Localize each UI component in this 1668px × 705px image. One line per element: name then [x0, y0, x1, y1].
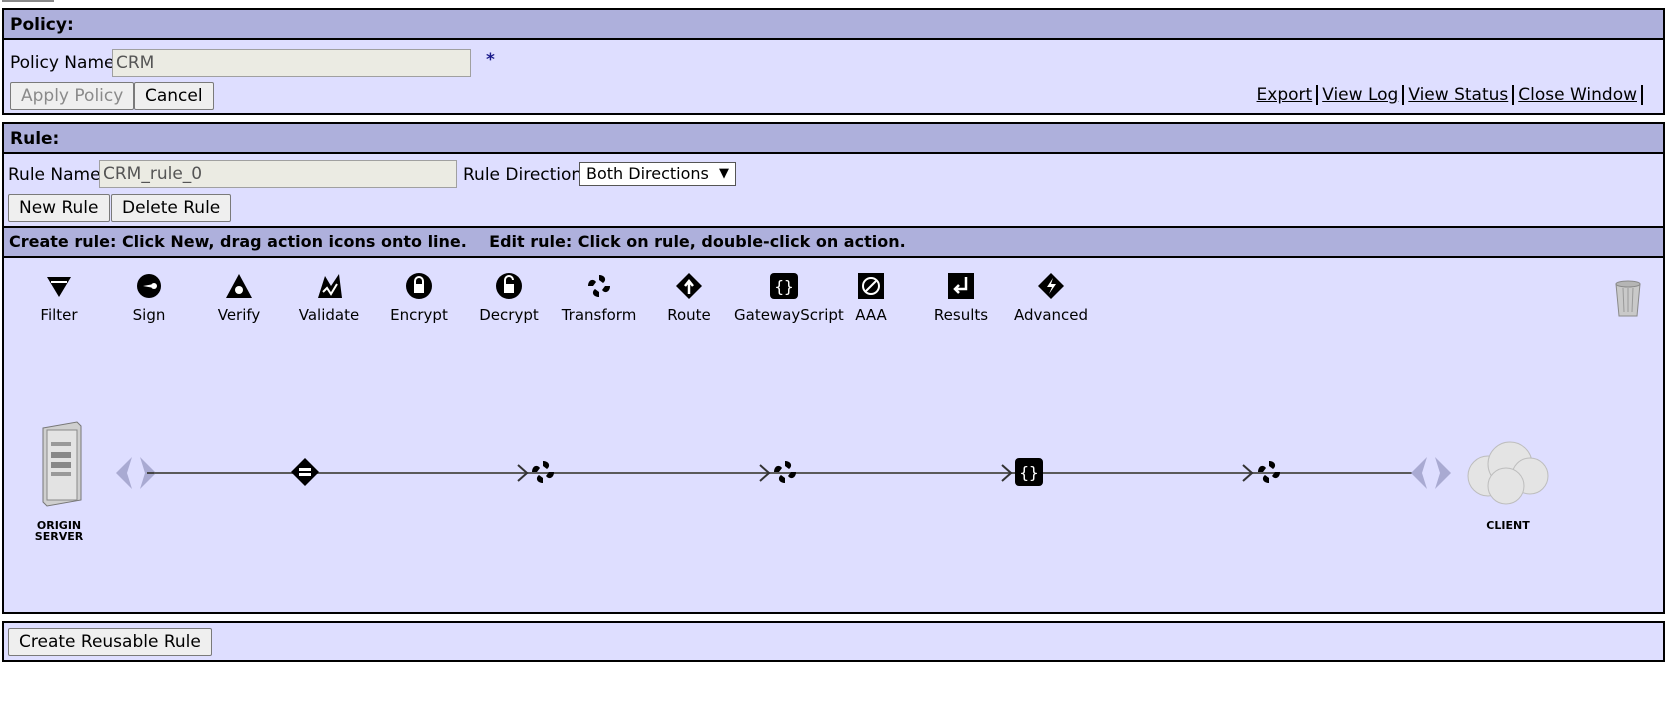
palette-decrypt[interactable]: Decrypt — [464, 268, 554, 324]
new-rule-button[interactable]: New Rule — [8, 194, 110, 222]
palette-advanced[interactable]: Advanced — [1006, 268, 1096, 324]
link-separator — [1641, 85, 1643, 105]
palette-encrypt[interactable]: Encrypt — [374, 268, 464, 324]
create-reusable-rule-button[interactable]: Create Reusable Rule — [8, 628, 212, 656]
palette-label: Route — [667, 306, 711, 324]
rule-editor-canvas[interactable]: Filter Sign Verify Validate Encrypt Decr… — [4, 258, 1663, 612]
rule-direction-select[interactable]: Both Directions ▼ — [579, 162, 736, 186]
instructions-bar: Create rule: Click New, drag action icon… — [4, 226, 1663, 258]
rule-header: Rule: — [4, 124, 1663, 154]
rule-direction-value: Both Directions — [586, 164, 709, 183]
transform-icon — [588, 275, 610, 297]
export-link[interactable]: Export — [1253, 85, 1317, 105]
route-icon — [676, 273, 702, 299]
top-edge — [2, 0, 54, 2]
rule-panel: Rule: Rule Name: CRM_rule_0 Rule Directi… — [2, 122, 1665, 614]
rule-name-field[interactable]: CRM_rule_0 — [99, 160, 457, 188]
palette-transform[interactable]: Transform — [554, 268, 644, 324]
encrypt-icon — [406, 273, 432, 299]
client-label: CLIENT — [1486, 519, 1530, 532]
client-cloud-icon — [1462, 434, 1552, 513]
filter-action-icon[interactable] — [290, 457, 320, 492]
policy-name-field[interactable]: CRM — [112, 49, 471, 77]
palette-route[interactable]: Route — [644, 268, 734, 324]
svg-text:{}: {} — [1019, 463, 1038, 482]
palette-label: Results — [933, 306, 989, 324]
palette-label: Encrypt — [390, 306, 448, 324]
palette-label: Transform — [561, 306, 637, 324]
validate-icon — [318, 274, 342, 298]
close-window-link[interactable]: Close Window — [1514, 85, 1641, 105]
delete-rule-button[interactable]: Delete Rule — [111, 194, 232, 222]
right-endpoint-arrows — [1409, 456, 1453, 495]
view-log-link[interactable]: View Log — [1318, 85, 1402, 105]
palette-sign[interactable]: Sign — [104, 268, 194, 324]
decrypt-icon — [496, 273, 522, 299]
sign-icon — [137, 274, 161, 298]
origin-server-icon — [39, 420, 83, 513]
policy-panel: Policy: Policy Name: CRM * Apply Policy … — [2, 8, 1665, 115]
palette-aaa[interactable]: AAA — [826, 268, 916, 324]
palette-label: Verify — [217, 306, 261, 324]
palette-validate[interactable]: Validate — [284, 268, 374, 324]
filter-icon — [47, 277, 71, 297]
origin-server-label: ORIGIN SERVER — [34, 519, 84, 543]
required-marker: * — [486, 50, 495, 70]
arrow-head-icon — [1242, 464, 1254, 487]
palette-verify[interactable]: Verify — [194, 268, 284, 324]
policy-header: Policy: — [4, 10, 1663, 40]
palette-filter[interactable]: Filter — [14, 268, 104, 324]
trash-icon[interactable] — [1611, 278, 1645, 323]
palette-results[interactable]: Results — [916, 268, 1006, 324]
advanced-icon — [1038, 273, 1064, 299]
rule-direction-label: Rule Direction: — [463, 165, 588, 185]
palette-label: Sign — [132, 306, 166, 324]
transform-action-icon[interactable] — [529, 458, 557, 491]
gatewayscript-action-icon[interactable]: {} — [1014, 457, 1044, 492]
rule-name-label: Rule Name: — [8, 165, 107, 185]
transform-action-icon[interactable] — [771, 458, 799, 491]
footer-panel: Create Reusable Rule — [2, 621, 1665, 662]
cancel-button[interactable]: Cancel — [134, 82, 214, 110]
palette-label: Advanced — [1013, 306, 1089, 324]
aaa-icon — [858, 273, 884, 299]
arrow-head-icon — [517, 464, 529, 487]
policy-links: Export View Log View Status Close Window — [1253, 85, 1643, 105]
palette-label: Validate — [298, 306, 360, 324]
left-endpoint-arrows — [114, 456, 158, 495]
svg-text:{}: {} — [774, 277, 793, 296]
palette-label: Filter — [40, 306, 78, 324]
apply-policy-button[interactable]: Apply Policy — [10, 82, 135, 110]
arrow-head-icon — [759, 464, 771, 487]
verify-icon — [226, 274, 252, 298]
arrow-head-icon — [1001, 464, 1013, 487]
chevron-down-icon: ▼ — [719, 166, 729, 181]
palette-gatewayscript[interactable]: {} GatewayScript — [734, 268, 844, 324]
gatewayscript-icon: {} — [770, 273, 798, 299]
transform-action-icon[interactable] — [1255, 458, 1283, 491]
policy-name-label: Policy Name: — [10, 53, 121, 73]
palette-label: AAA — [855, 306, 887, 324]
view-status-link[interactable]: View Status — [1404, 85, 1512, 105]
instructions-text: Create rule: Click New, drag action icon… — [9, 232, 906, 251]
results-icon — [948, 273, 974, 299]
palette-label: GatewayScript — [734, 306, 844, 324]
palette-label: Decrypt — [479, 306, 539, 324]
